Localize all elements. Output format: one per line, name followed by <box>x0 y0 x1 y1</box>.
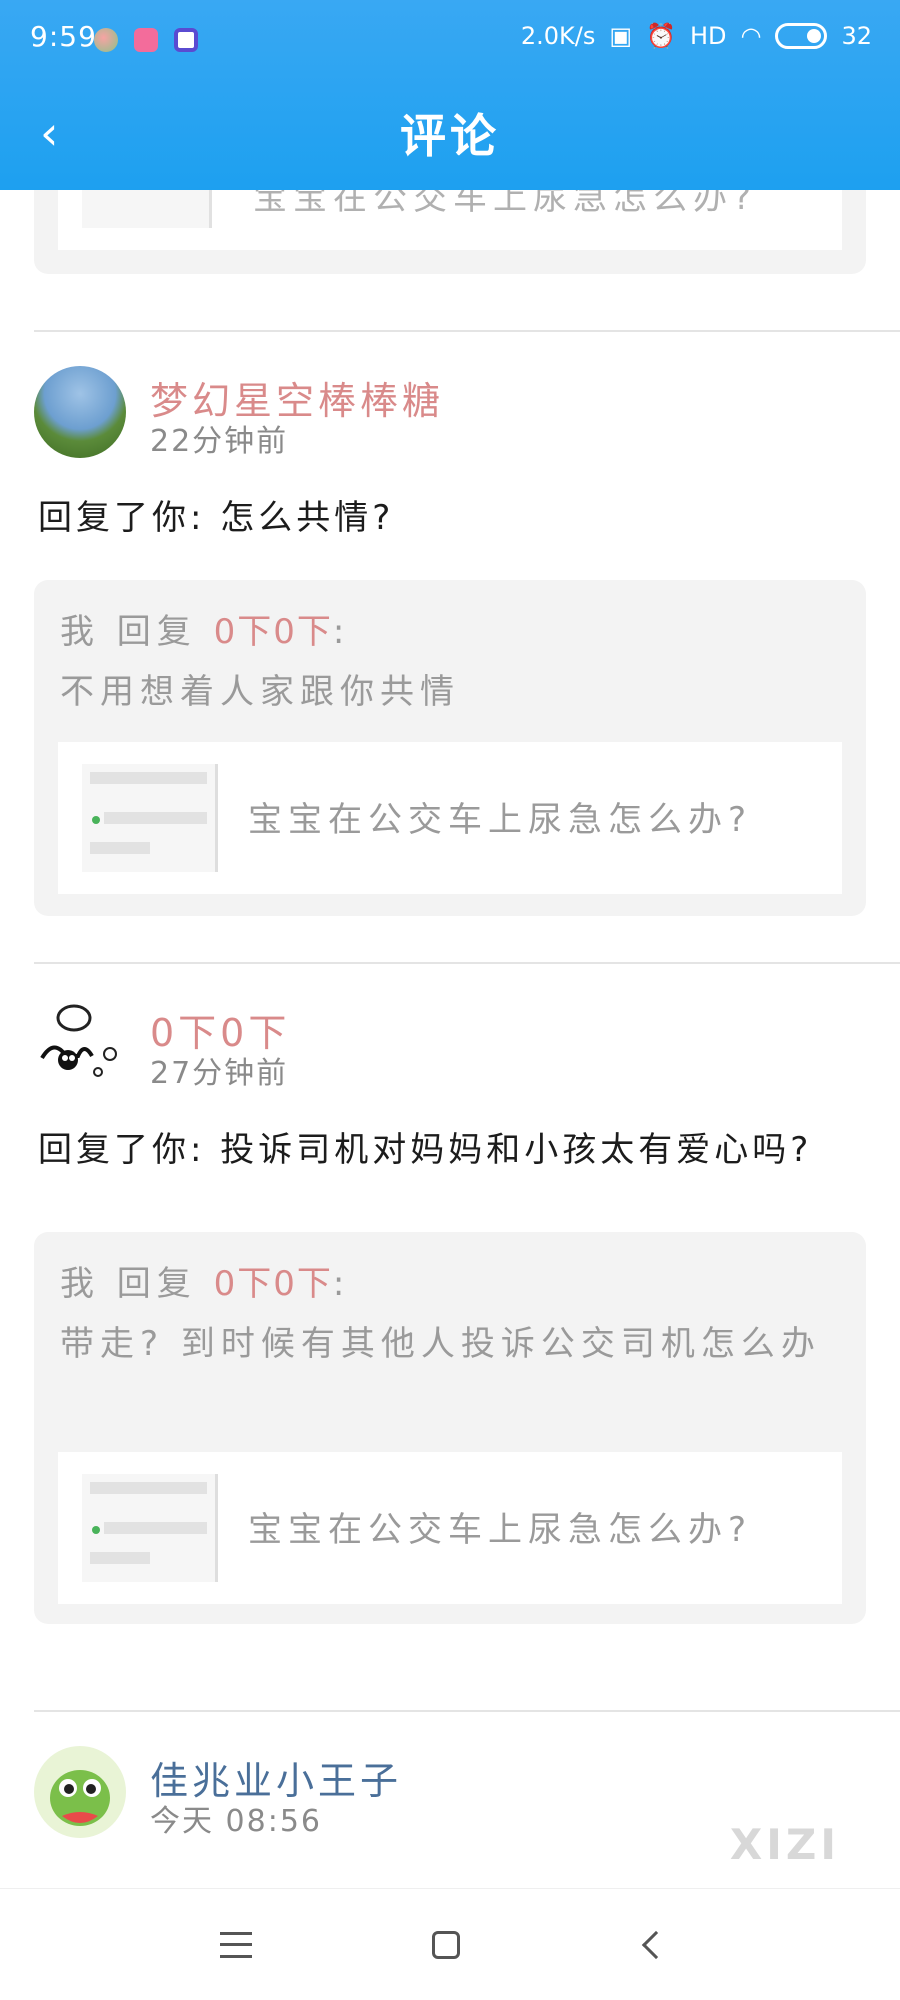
article-link-text: 宝宝在公交车上尿急怎么办? <box>253 190 758 218</box>
comment-feed[interactable]: 宝宝在公交车上尿急怎么办? 梦幻星空棒棒糖 22分钟前 回复了你: 怎么共情? … <box>0 190 900 1888</box>
signal-label: HD <box>689 22 727 50</box>
article-link-text: 宝宝在公交车上尿急怎么办? <box>248 1510 753 1550</box>
app-header: 9:59 2.0K/s ▣ ⏰ HD ◠ 32 ‹ 评论 <box>0 0 900 190</box>
article-thumbnail <box>82 764 218 872</box>
article-link[interactable]: 宝宝在公交车上尿急怎么办? <box>58 1452 842 1604</box>
sticker-app-icon <box>174 28 198 52</box>
status-time: 9:59 <box>30 20 97 53</box>
network-speed: 2.0K/s <box>520 22 596 50</box>
article-link[interactable]: 宝宝在公交车上尿急怎么办? <box>58 742 842 894</box>
reply-message[interactable]: 回复了你: 投诉司机对妈妈和小孩太有爱心吗? <box>38 1122 868 1178</box>
title-bar: ‹ 评论 <box>0 80 900 190</box>
comment-time: 今天 08:56 <box>150 1804 322 1839</box>
divider <box>34 330 900 332</box>
app-notification-icon <box>134 28 158 52</box>
quote-card: 我 回复 0下0下: 不用想着人家跟你共情 宝宝在公交车上尿急怎么办? <box>34 580 866 916</box>
quote-card: 宝宝在公交车上尿急怎么办? <box>34 190 866 274</box>
divider <box>34 1710 900 1712</box>
menu-icon <box>220 1932 252 1958</box>
article-thumbnail <box>82 1474 218 1582</box>
battery-level: 32 <box>841 22 872 50</box>
quote-header: 我 回复 0下0下: <box>60 604 350 653</box>
battery-icon <box>775 23 828 49</box>
avatar[interactable] <box>34 998 126 1090</box>
quote-target-user[interactable]: 0下0下 <box>214 1264 333 1304</box>
wifi-icon: ◠ <box>740 22 762 50</box>
comment-time: 27分钟前 <box>150 1056 289 1091</box>
divider <box>34 962 900 964</box>
quote-suffix: : <box>332 612 351 652</box>
back-button[interactable] <box>596 1889 716 2000</box>
article-link-text: 宝宝在公交车上尿急怎么办? <box>248 800 753 840</box>
quote-prefix: 我 回复 <box>60 612 214 652</box>
home-icon <box>432 1931 460 1959</box>
avatar[interactable] <box>34 1746 126 1838</box>
status-bar: 9:59 2.0K/s ▣ ⏰ HD ◠ 32 <box>0 0 900 80</box>
page-title: 评论 <box>400 109 500 163</box>
quote-card: 我 回复 0下0下: 带走? 到时候有其他人投诉公交司机怎么办 宝宝在公交车上尿… <box>34 1232 866 1624</box>
nfc-icon: ▣ <box>609 22 633 50</box>
status-indicators: 2.0K/s ▣ ⏰ HD ◠ 32 <box>521 22 872 50</box>
quote-prefix: 我 回复 <box>60 1264 214 1304</box>
system-nav-bar <box>0 1888 900 2000</box>
reply-message[interactable]: 回复了你: 怎么共情? <box>38 490 868 546</box>
frog-avatar-icon <box>50 1770 110 1826</box>
watermark: XIZI <box>729 1820 840 1869</box>
quote-target-user[interactable]: 0下0下 <box>214 612 333 652</box>
article-thumbnail <box>82 190 212 228</box>
avatar[interactable] <box>34 366 126 458</box>
comment-time: 22分钟前 <box>150 424 289 459</box>
quote-text: 带走? 到时候有其他人投诉公交司机怎么办 <box>60 1324 821 1364</box>
article-link[interactable]: 宝宝在公交车上尿急怎么办? <box>58 190 842 250</box>
quote-suffix: : <box>332 1264 351 1304</box>
cat-avatar-icon <box>40 1004 117 1077</box>
notification-icon <box>94 28 118 52</box>
back-icon <box>641 1930 671 1960</box>
alarm-icon: ⏰ <box>646 22 676 50</box>
menu-button[interactable] <box>176 1889 296 2000</box>
quote-header: 我 回复 0下0下: <box>60 1256 350 1305</box>
home-button[interactable] <box>386 1889 506 2000</box>
quote-text: 不用想着人家跟你共情 <box>60 672 460 712</box>
